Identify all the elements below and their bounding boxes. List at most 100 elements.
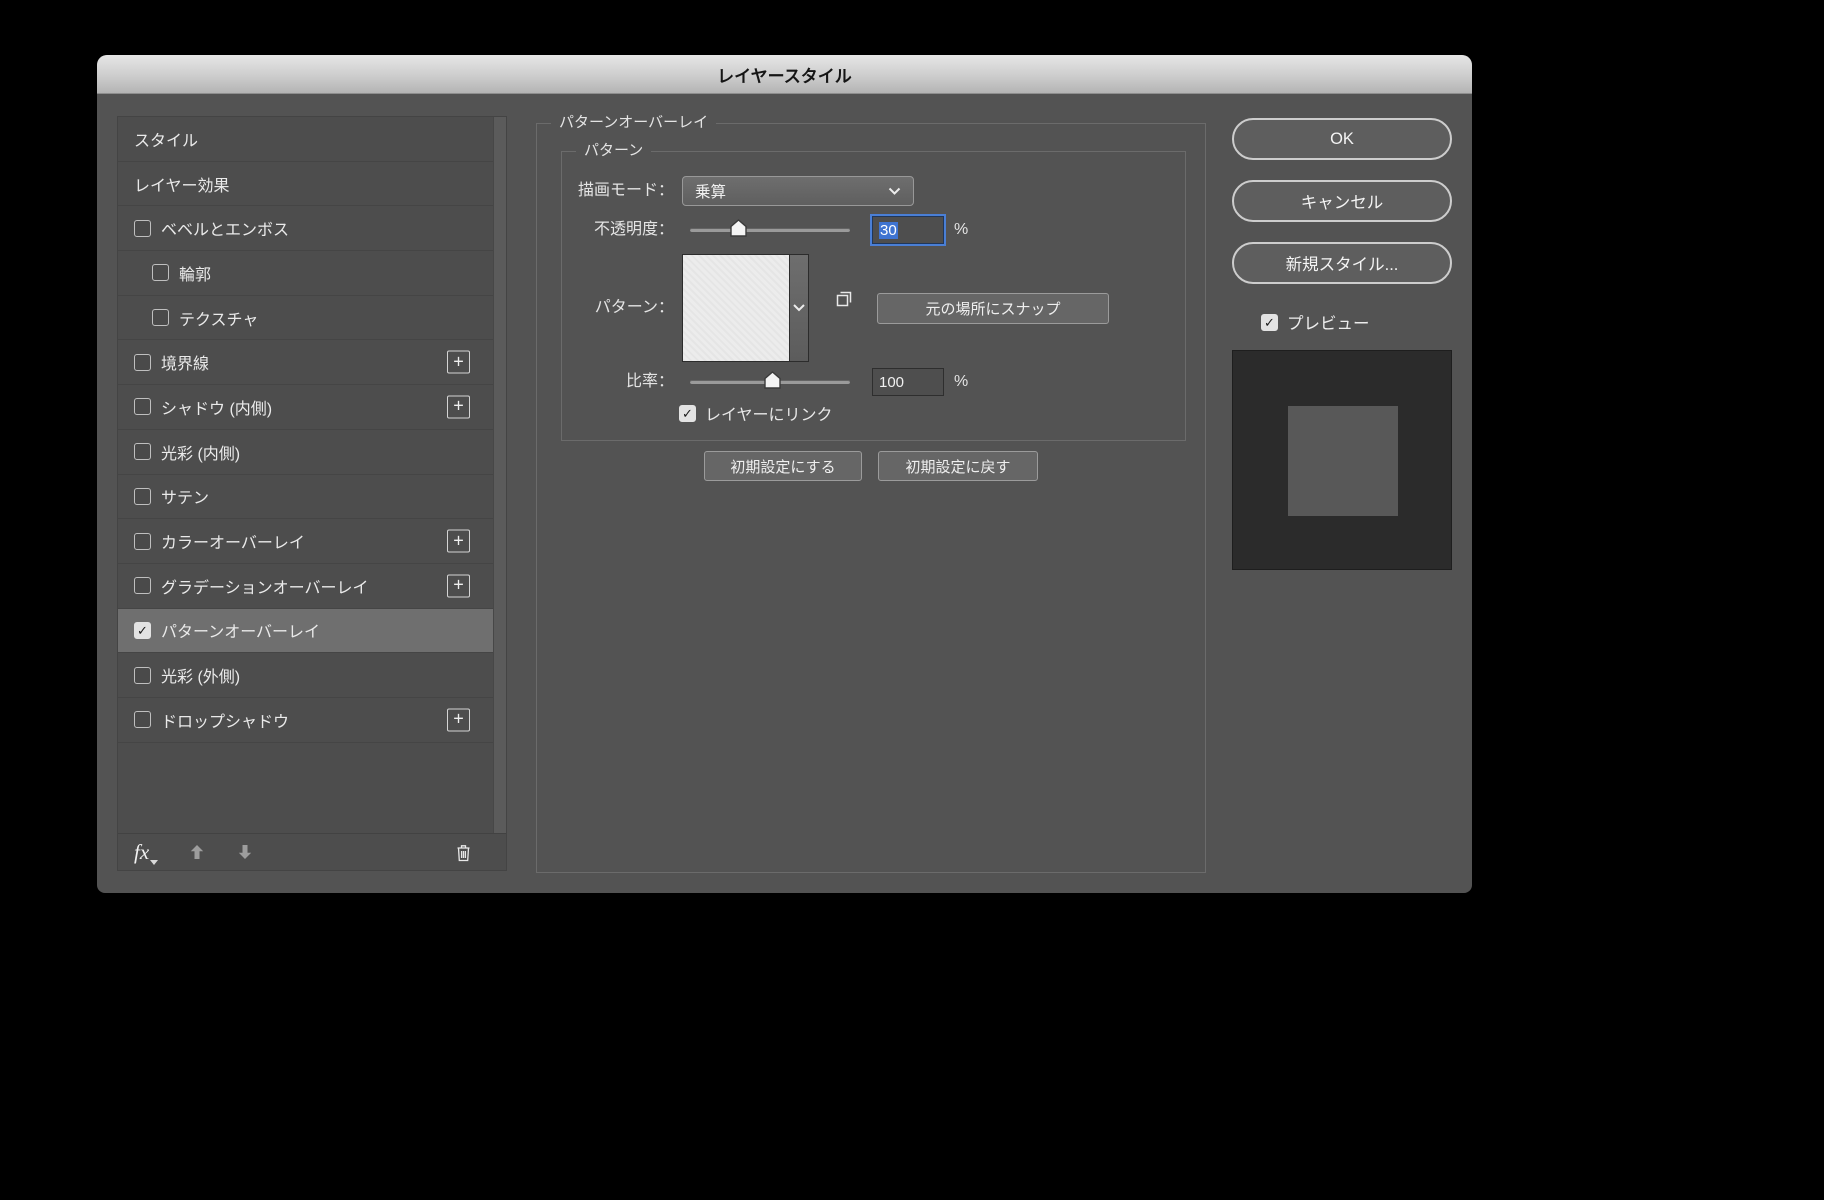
stroke-add-button[interactable] [447, 350, 470, 374]
inner-shadow-add-button[interactable] [447, 395, 470, 419]
color-overlay-add-button[interactable] [447, 529, 470, 553]
opacity-label: 不透明度： [593, 221, 674, 238]
preview-checkbox[interactable] [1261, 313, 1278, 331]
opacity-unit: % [954, 221, 969, 238]
arrow-up-icon [190, 845, 204, 859]
blend-mode-select[interactable]: 乗算 [682, 176, 914, 206]
sidebar-item-drop-shadow[interactable]: ドロップシャドウ [118, 698, 494, 743]
outer-glow-checkbox[interactable] [134, 666, 151, 684]
sidebar-item-layer-effects[interactable]: レイヤー効果 [118, 162, 494, 207]
arrow-down-icon [238, 845, 252, 859]
window-title: レイヤースタイル [717, 66, 852, 86]
scale-input[interactable]: 100 [872, 368, 944, 396]
styles-list: スタイル レイヤー効果 ベベルとエンボス 輪郭 テクスチャ 境界線 + シャドウ… [118, 117, 494, 743]
pattern-swatch[interactable] [682, 254, 790, 362]
pattern-overlay-group: パターンオーバーレイ パターン 描画モード： 乗算 不透明度： 30 % パター… [536, 113, 1206, 873]
sidebar-item-texture[interactable]: テクスチャ [118, 296, 494, 341]
cancel-label: キャンセル [1300, 194, 1384, 212]
sidebar-item-label: 境界線 [161, 356, 210, 374]
sidebar-item-label: テクスチャ [179, 311, 259, 329]
sidebar-item-label: パターンオーバーレイ [161, 624, 321, 642]
opacity-slider[interactable] [690, 216, 850, 244]
inner-glow-checkbox[interactable] [134, 443, 151, 461]
new-style-label: 新規スタイル... [1285, 256, 1399, 274]
ok-button[interactable]: OK [1232, 118, 1452, 160]
sidebar-item-satin[interactable]: サテン [118, 475, 494, 520]
link-with-layer-label: レイヤーにリンク [705, 407, 833, 424]
sidebar-scrollbar[interactable] [493, 117, 506, 833]
snap-to-origin-button[interactable]: 元の場所にスナップ [877, 293, 1109, 324]
sidebar-item-bevel-emboss[interactable]: ベベルとエンボス [118, 206, 494, 252]
new-pattern-icon [836, 291, 852, 307]
new-style-button[interactable]: 新規スタイル... [1232, 242, 1452, 284]
layer-style-dialog: レイヤースタイル スタイル レイヤー効果 ベベルとエンボス 輪郭 テクスチャ 境… [97, 55, 1472, 893]
move-effect-up-button[interactable] [188, 843, 206, 861]
scale-slider-thumb[interactable] [763, 371, 781, 389]
sidebar-item-label: 光彩 (外側) [161, 669, 241, 687]
make-default-label: 初期設定にする [730, 458, 836, 476]
stroke-checkbox[interactable] [134, 353, 151, 371]
color-overlay-checkbox[interactable] [134, 532, 151, 550]
ok-label: OK [1330, 129, 1354, 148]
sidebar-item-label: 輪郭 [179, 266, 212, 284]
pattern-overlay-group-title: パターンオーバーレイ [551, 113, 717, 133]
fx-menu-button[interactable]: fx [134, 841, 159, 865]
inner-shadow-checkbox[interactable] [134, 398, 151, 416]
sidebar-item-inner-glow[interactable]: 光彩 (内側) [118, 430, 494, 475]
styles-sidebar: スタイル レイヤー効果 ベベルとエンボス 輪郭 テクスチャ 境界線 + シャドウ… [117, 116, 507, 871]
drop-shadow-checkbox[interactable] [134, 711, 151, 729]
opacity-slider-track[interactable] [690, 228, 850, 232]
pattern-picker-button[interactable] [790, 254, 809, 362]
texture-checkbox[interactable] [152, 309, 169, 327]
sidebar-item-label: 光彩 (内側) [161, 445, 241, 463]
sidebar-item-color-overlay[interactable]: カラーオーバーレイ [118, 519, 494, 564]
drop-shadow-add-button[interactable] [447, 708, 470, 732]
new-pattern-button[interactable] [834, 289, 854, 309]
satin-checkbox[interactable] [134, 487, 151, 505]
bevel-emboss-checkbox[interactable] [134, 219, 151, 237]
opacity-input[interactable]: 30 [872, 216, 944, 244]
sidebar-item-styles[interactable]: スタイル [118, 117, 494, 162]
sidebar-item-stroke[interactable]: 境界線 [118, 340, 494, 386]
pattern-overlay-checkbox[interactable] [134, 621, 151, 639]
blend-mode-value: 乗算 [695, 184, 727, 201]
link-with-layer-row[interactable]: レイヤーにリンク [679, 401, 833, 425]
window-titlebar[interactable]: レイヤースタイル [97, 55, 1472, 94]
blend-mode-label: 描画モード： [577, 182, 674, 199]
opacity-slider-thumb[interactable] [730, 219, 747, 237]
style-preview [1232, 350, 1452, 570]
cancel-button[interactable]: キャンセル [1232, 180, 1452, 222]
sidebar-item-label: シャドウ (内側) [161, 400, 273, 418]
snap-to-origin-label: 元の場所にスナップ [925, 301, 1061, 318]
gradient-overlay-checkbox[interactable] [134, 577, 151, 595]
style-preview-square [1288, 406, 1398, 516]
sidebar-item-label: レイヤー効果 [134, 177, 230, 195]
sidebar-item-label: ベベルとエンボス [161, 222, 290, 240]
sidebar-item-gradient-overlay[interactable]: グラデーションオーバーレイ [118, 564, 494, 609]
pattern-label: パターン： [594, 299, 674, 316]
sidebar-item-label: サテン [161, 490, 210, 508]
pattern-settings-group: パターン 描画モード： 乗算 不透明度： 30 % パターン： 元の場所にスナッ… [561, 141, 1186, 441]
scale-slider[interactable] [690, 368, 850, 396]
fx-caret-icon [150, 859, 159, 865]
gradient-overlay-add-button[interactable] [447, 574, 470, 598]
sidebar-toolbar: fx [118, 833, 506, 870]
contour-checkbox[interactable] [152, 264, 169, 282]
sidebar-item-pattern-overlay[interactable]: パターンオーバーレイ [118, 608, 494, 654]
delete-effect-button[interactable] [455, 843, 472, 862]
scale-value: 100 [879, 373, 905, 391]
opacity-value: 30 [879, 221, 898, 239]
sidebar-item-label: ドロップシャドウ [161, 713, 290, 731]
sidebar-item-contour[interactable]: 輪郭 [118, 251, 494, 296]
move-effect-down-button[interactable] [236, 843, 254, 861]
link-with-layer-checkbox[interactable] [679, 404, 696, 422]
preview-toggle[interactable]: プレビュー [1261, 310, 1370, 334]
make-default-button[interactable]: 初期設定にする [704, 451, 862, 481]
sidebar-item-label: カラーオーバーレイ [161, 535, 305, 553]
sidebar-item-label: グラデーションオーバーレイ [161, 579, 369, 597]
scale-label: 比率： [625, 373, 674, 390]
reset-to-default-label: 初期設定に戻す [905, 458, 1011, 476]
sidebar-item-inner-shadow[interactable]: シャドウ (内側) [118, 385, 494, 430]
reset-to-default-button[interactable]: 初期設定に戻す [878, 451, 1038, 481]
sidebar-item-outer-glow[interactable]: 光彩 (外側) [118, 653, 494, 698]
